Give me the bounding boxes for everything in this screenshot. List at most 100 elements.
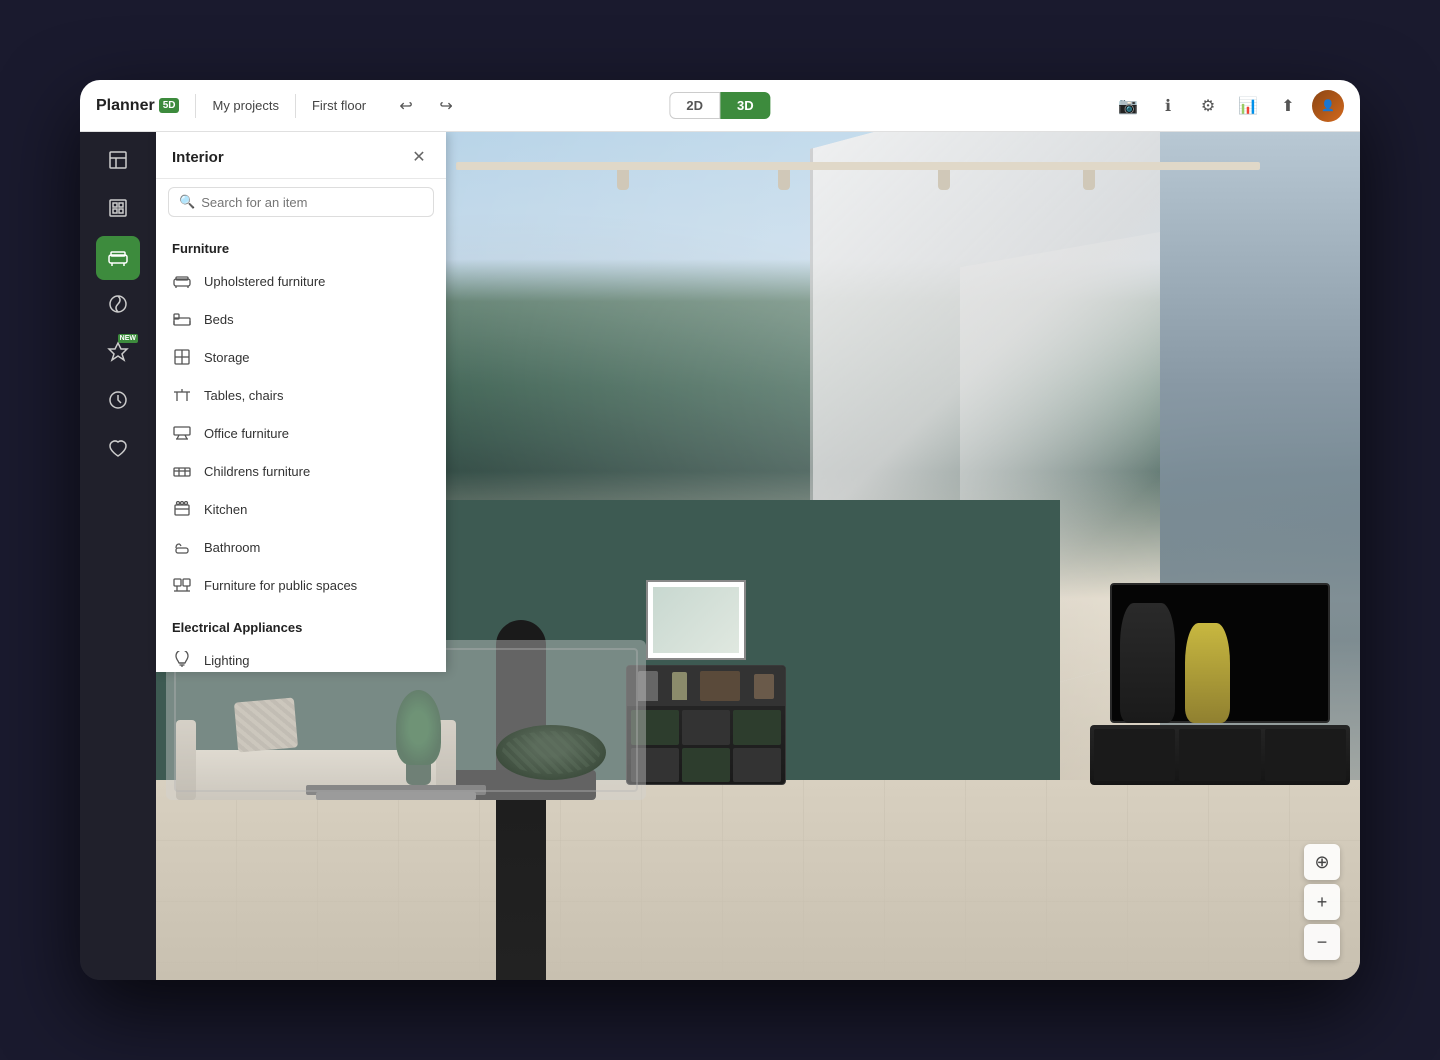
sidebar-item-floor-plan[interactable]: [96, 140, 140, 184]
settings-button[interactable]: ⚙: [1192, 90, 1224, 122]
kitchen-label: Kitchen: [204, 502, 247, 517]
category-item-tables[interactable]: Tables, chairs: [156, 376, 446, 414]
logo-badge: 5D: [159, 98, 180, 113]
upholstered-icon: [172, 271, 192, 291]
avatar-initials: 👤: [1321, 99, 1335, 112]
current-project-link[interactable]: First floor: [312, 98, 366, 113]
undo-button[interactable]: ↩: [390, 90, 422, 122]
spotlight-1: [617, 170, 629, 190]
wine-slot-6: [733, 748, 781, 783]
info-button[interactable]: ℹ: [1152, 90, 1184, 122]
category-item-public[interactable]: Furniture for public spaces: [156, 566, 446, 604]
category-item-storage[interactable]: Storage: [156, 338, 446, 376]
redo-button[interactable]: ↪: [430, 90, 462, 122]
electrical-category-header: Electrical Appliances: [156, 610, 446, 641]
library-icon: [107, 197, 129, 224]
gear-icon: ⚙: [1201, 96, 1215, 116]
clock-icon: [107, 389, 129, 416]
pouf-pattern: [502, 731, 600, 774]
floor-plan-icon: [107, 149, 129, 176]
tables-label: Tables, chairs: [204, 388, 283, 403]
zoom-in-button[interactable]: +: [1304, 884, 1340, 920]
box-item: [754, 674, 774, 699]
logo-text: Planner: [96, 97, 155, 115]
furniture-category-header: Furniture: [156, 231, 446, 262]
topbar: Planner 5D My projects First floor ↩ ↪ 2…: [80, 80, 1360, 132]
search-box: 🔍: [168, 187, 434, 217]
panel-header: Interior ✕: [156, 132, 446, 179]
lighting-label: Lighting: [204, 653, 250, 668]
category-item-beds[interactable]: Beds: [156, 300, 446, 338]
public-icon: [172, 575, 192, 595]
drawer-1: [1094, 729, 1175, 781]
spotlight-2: [778, 170, 790, 190]
bowl: [700, 671, 740, 701]
view-2d-button[interactable]: 2D: [669, 92, 720, 119]
left-sidebar: NEW: [80, 132, 156, 980]
floor: [156, 780, 1360, 980]
app-container: Planner 5D My projects First floor ↩ ↪ 2…: [80, 80, 1360, 980]
floor-tiles-h: [156, 780, 1360, 980]
office-label: Office furniture: [204, 426, 289, 441]
sidebar-item-furniture[interactable]: [96, 236, 140, 280]
export-button[interactable]: ⬆: [1272, 90, 1304, 122]
pouf: [496, 725, 606, 780]
picture-frame: [646, 580, 746, 660]
camera-icon: 📷: [1118, 96, 1138, 116]
zoom-out-button[interactable]: −: [1304, 924, 1340, 960]
heart-icon: [107, 437, 129, 464]
category-item-kitchen[interactable]: Kitchen: [156, 490, 446, 528]
drawer-3: [1265, 729, 1346, 781]
panel-close-button[interactable]: ✕: [408, 146, 430, 168]
sidebar-item-clock[interactable]: [96, 380, 140, 424]
category-item-childrens[interactable]: Childrens furniture: [156, 452, 446, 490]
childrens-label: Childrens furniture: [204, 464, 310, 479]
undo-icon: ↩: [399, 96, 412, 116]
nav-controls: ⊕ + −: [1304, 844, 1340, 960]
stats-button[interactable]: 📊: [1232, 90, 1264, 122]
export-icon: ⬆: [1281, 96, 1294, 116]
avatar[interactable]: 👤: [1312, 90, 1344, 122]
new-feature-icon: [107, 341, 129, 368]
info-icon: ℹ: [1165, 96, 1171, 116]
app-logo[interactable]: Planner 5D: [96, 97, 179, 115]
wine-slot-2: [682, 710, 730, 745]
redo-icon: ↪: [439, 96, 452, 116]
wine-slot-3: [733, 710, 781, 745]
my-projects-link[interactable]: My projects: [212, 98, 278, 113]
sidebar-item-materials[interactable]: [96, 284, 140, 328]
close-icon: ✕: [412, 147, 425, 167]
search-input[interactable]: [201, 195, 423, 210]
drawer-2: [1179, 729, 1260, 781]
cabinet-lower: [627, 706, 785, 786]
furniture-icon: [107, 245, 129, 272]
vase-gold: [1185, 623, 1230, 723]
category-item-office[interactable]: Office furniture: [156, 414, 446, 452]
panel-list: Furniture Upholstered furniture: [156, 225, 446, 672]
tv-unit-drawers: [1094, 729, 1346, 781]
beds-icon: [172, 309, 192, 329]
tv-unit: [1090, 725, 1350, 785]
category-item-upholstered[interactable]: Upholstered furniture: [156, 262, 446, 300]
wine-slot-5: [682, 748, 730, 783]
panel-title: Interior: [172, 149, 224, 166]
camera-button[interactable]: 📷: [1112, 90, 1144, 122]
search-icon: 🔍: [179, 194, 195, 210]
cabinet-top-shelf: [627, 666, 785, 706]
kitchen-icon: [172, 499, 192, 519]
sidebar-item-library[interactable]: [96, 188, 140, 232]
sidebar-item-favorites[interactable]: [96, 428, 140, 472]
interior-panel: Interior ✕ 🔍 Furniture: [156, 132, 446, 672]
category-item-lighting[interactable]: Lighting: [156, 641, 446, 672]
spotlight-3: [938, 170, 950, 190]
compass-button[interactable]: ⊕: [1304, 844, 1340, 880]
bathroom-icon: [172, 537, 192, 557]
new-badge: NEW: [118, 334, 138, 343]
spotlight-4: [1083, 170, 1095, 190]
undo-redo-actions: ↩ ↪: [390, 90, 462, 122]
view-3d-button[interactable]: 3D: [720, 92, 771, 119]
category-item-bathroom[interactable]: Bathroom: [156, 528, 446, 566]
sidebar-item-new[interactable]: NEW: [96, 332, 140, 376]
childrens-icon: [172, 461, 192, 481]
lighting-icon: [172, 650, 192, 670]
